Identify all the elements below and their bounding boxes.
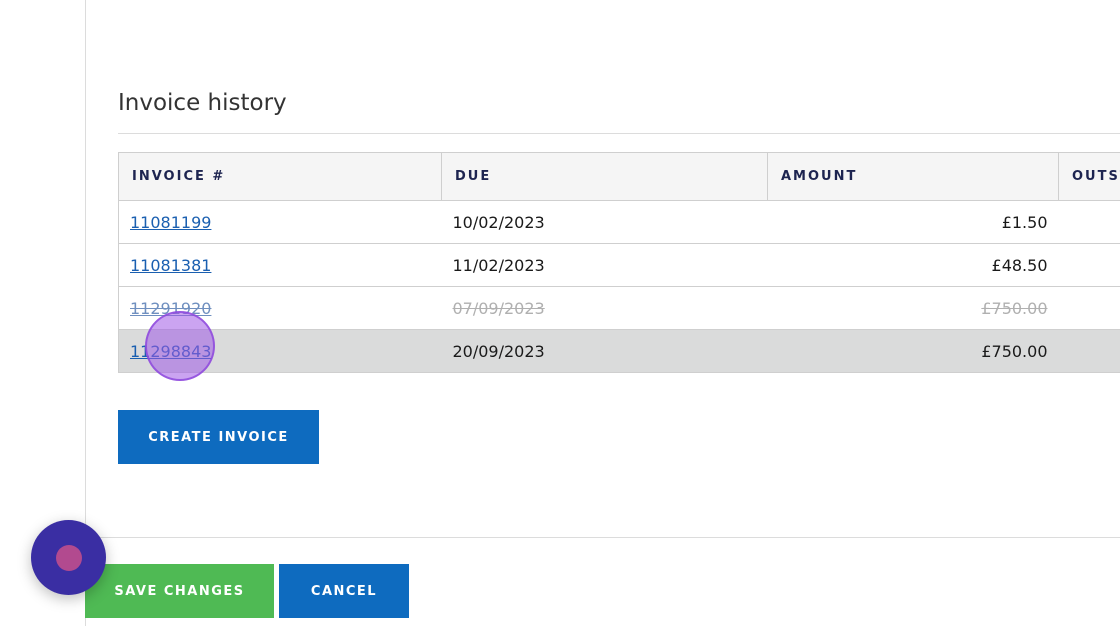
invoice-table: INVOICE # DUE AMOUNT OUTST 11081199 10/0… <box>118 152 1120 373</box>
outstanding-cell <box>1058 200 1120 244</box>
due-cell: 20/09/2023 <box>441 329 768 373</box>
invoice-link[interactable]: 11081381 <box>130 256 211 275</box>
cancel-button[interactable]: CANCEL <box>279 564 409 618</box>
table-row: 11291920 07/09/2023 £750.00 <box>118 286 1120 330</box>
due-cell: 11/02/2023 <box>441 243 768 287</box>
table-row: 11081199 10/02/2023 £1.50 <box>118 200 1120 244</box>
save-changes-button[interactable]: SAVE CHANGES <box>85 564 274 618</box>
due-cell: 10/02/2023 <box>441 200 768 244</box>
amount-cell: £750.00 <box>767 329 1059 373</box>
click-indicator <box>145 311 215 381</box>
outstanding-cell <box>1058 329 1120 373</box>
table-header-row: INVOICE # DUE AMOUNT OUTST <box>118 152 1120 201</box>
invoice-link[interactable]: 11081199 <box>130 213 211 232</box>
table-row: 11298843 20/09/2023 £750.00 <box>118 329 1120 373</box>
column-header-amount[interactable]: AMOUNT <box>767 152 1059 201</box>
due-cell: 07/09/2023 <box>441 286 768 330</box>
outstanding-cell <box>1058 243 1120 287</box>
column-header-outstanding[interactable]: OUTST <box>1058 152 1120 201</box>
table-row: 11081381 11/02/2023 £48.50 <box>118 243 1120 287</box>
column-header-due[interactable]: DUE <box>441 152 768 201</box>
chat-bubble-icon <box>55 544 82 571</box>
amount-cell: £48.50 <box>767 243 1059 287</box>
column-header-invoice[interactable]: INVOICE # <box>118 152 442 201</box>
amount-cell: £1.50 <box>767 200 1059 244</box>
invoice-cell: 11081381 <box>118 243 442 287</box>
footer-divider <box>86 537 1120 538</box>
amount-cell: £750.00 <box>767 286 1059 330</box>
create-invoice-button[interactable]: CREATE INVOICE <box>118 410 319 464</box>
outstanding-cell <box>1058 286 1120 330</box>
section-title: Invoice history <box>118 90 287 116</box>
title-divider <box>118 133 1120 134</box>
chat-widget-button[interactable] <box>31 520 106 595</box>
invoice-cell: 11081199 <box>118 200 442 244</box>
invoice-table-container: INVOICE # DUE AMOUNT OUTST 11081199 10/0… <box>118 152 1120 373</box>
